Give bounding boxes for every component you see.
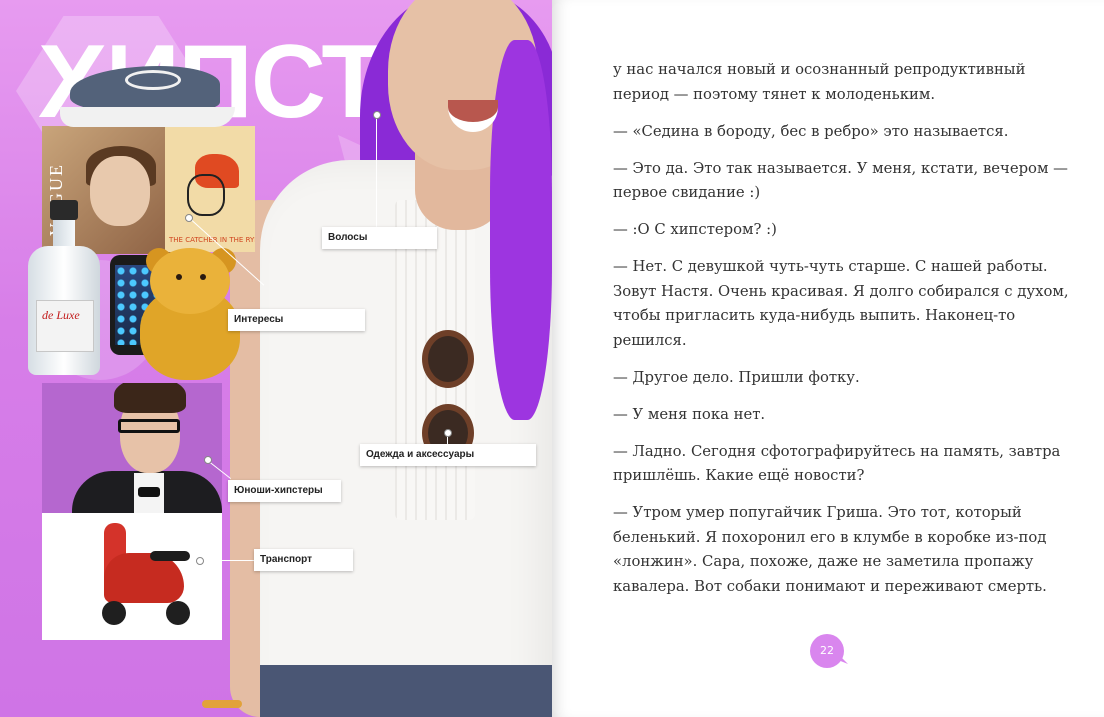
paragraph: — «Седина в бороду, бес в ребро» это наз… xyxy=(613,122,1009,140)
callout-clothes-accessories[interactable]: Одежда и аксессуары xyxy=(360,444,536,466)
purple-hair-side xyxy=(490,40,552,420)
callout-transport[interactable]: Транспорт xyxy=(254,549,353,571)
scooter-front-wheel xyxy=(102,601,126,625)
bottle-cap xyxy=(50,200,78,220)
book-spread: ХИПСТ VOGUE THE CATCHER IN THE xyxy=(0,0,1104,717)
callout-line-hair xyxy=(376,116,377,238)
callout-hipster-boys[interactable]: Юноши-хипстеры xyxy=(228,480,341,502)
paragraph: — :О С хипстером? :) xyxy=(613,221,777,238)
bear-head xyxy=(150,248,230,314)
right-page-text: у нас начался новый и осознанный репроду… xyxy=(552,0,1104,717)
paragraph: — Нет. С девушкой чуть-чуть старше. С на… xyxy=(613,258,1069,349)
scooter-image xyxy=(42,513,222,640)
boy-glasses xyxy=(118,419,180,433)
callout-dot-clothes[interactable] xyxy=(444,429,452,437)
book-cover-image: THE CATCHER IN THE RYE xyxy=(165,126,255,252)
shoe-image xyxy=(60,62,235,137)
paragraph: — Утром умер попугайчик Гриша. Это тот, … xyxy=(613,504,1047,595)
paragraph: — У меня пока нет. xyxy=(613,405,766,423)
callout-hair[interactable]: Волосы xyxy=(322,227,437,249)
shoe-lace xyxy=(125,70,181,90)
body-text: у нас начался новый и осознанный репроду… xyxy=(613,58,1073,612)
callout-line-transport xyxy=(202,560,254,561)
scooter-seat xyxy=(150,551,190,561)
callout-dot-boys[interactable] xyxy=(204,456,212,464)
boy-hair xyxy=(114,383,186,413)
bow-tie xyxy=(138,487,160,497)
bottle-label-text: de Luxe xyxy=(42,308,80,322)
callout-interests[interactable]: Интересы xyxy=(228,309,365,331)
bear-eye-left xyxy=(176,274,182,280)
sunglasses-lens-top xyxy=(422,330,474,388)
paragraph: у нас начался новый и осознанный репроду… xyxy=(613,61,1026,103)
callout-dot-transport[interactable] xyxy=(196,557,204,565)
bear-eye-right xyxy=(200,274,206,280)
hipster-boy-image xyxy=(42,383,222,513)
page-number-badge: 22 xyxy=(810,634,844,668)
bracelet xyxy=(202,700,242,708)
magazine-cover-face xyxy=(90,156,150,226)
paragraph: — Это да. Это так называется. У меня, кс… xyxy=(613,159,1068,202)
left-page-collage: ХИПСТ VOGUE THE CATCHER IN THE xyxy=(0,0,552,717)
callout-dot-interests[interactable] xyxy=(185,214,193,222)
shoe-sole xyxy=(60,107,235,127)
book-drawn-face xyxy=(187,174,225,216)
jeans xyxy=(260,665,552,717)
vodka-bottle-image: de Luxe xyxy=(28,200,100,375)
scooter-rear-wheel xyxy=(166,601,190,625)
paragraph: — Другое дело. Пришли фотку. xyxy=(613,368,860,386)
callout-dot-hair[interactable] xyxy=(373,111,381,119)
paragraph: — Ладно. Сегодня сфотографируйтесь на па… xyxy=(613,442,1061,485)
woman-photo xyxy=(202,0,552,717)
